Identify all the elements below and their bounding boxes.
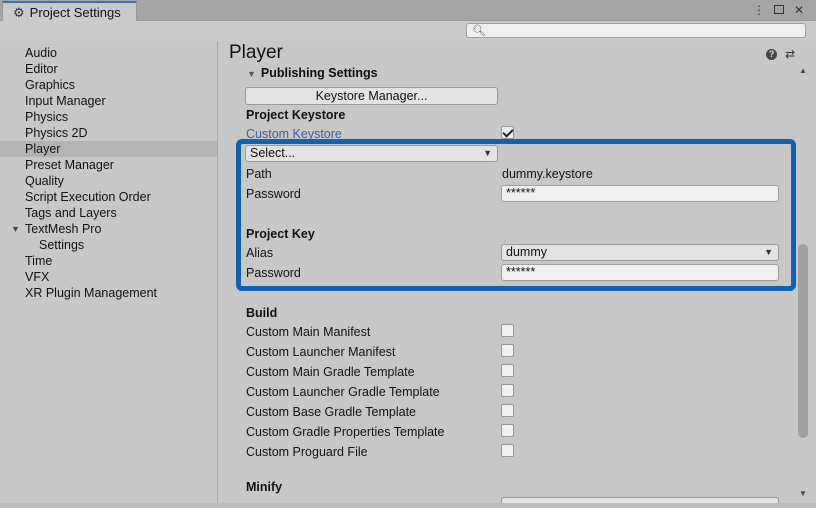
- key-password-field[interactable]: ******: [501, 264, 779, 281]
- custom-keystore-checkbox[interactable]: [501, 126, 514, 139]
- sidebar-item-label: Settings: [39, 238, 85, 252]
- help-icon[interactable]: ?: [766, 48, 778, 60]
- alias-dropdown[interactable]: dummy ▼: [501, 244, 779, 261]
- sidebar-item-graphics[interactable]: Graphics: [0, 77, 217, 93]
- sidebar-item-quality[interactable]: Quality: [0, 173, 217, 189]
- preset-icon[interactable]: ⇄: [785, 47, 795, 61]
- page-title: Player: [229, 42, 283, 63]
- sidebar-item-label: Preset Manager: [25, 158, 114, 172]
- tab-title: Project Settings: [29, 5, 121, 20]
- player-settings-panel: Player ? ⇄ ⚙ ▼ Publishing Settings Keysto…: [219, 41, 796, 503]
- build-option-label: Custom Launcher Manifest: [246, 345, 396, 359]
- dropdown-value: dummy: [506, 245, 547, 259]
- minify-heading: Minify: [246, 480, 283, 494]
- keystore-password-label: Password: [246, 187, 301, 201]
- custom-proguard-file-checkbox[interactable]: [501, 444, 514, 457]
- header-icons: ? ⇄ ⚙: [766, 47, 796, 61]
- custom-base-gradle-template-checkbox[interactable]: [501, 404, 514, 417]
- sidebar-item-label: Time: [25, 254, 53, 268]
- scrollbar-thumb[interactable]: [798, 244, 808, 438]
- sidebar-item-physics[interactable]: Physics: [0, 109, 217, 125]
- sidebar-item-label: VFX: [25, 270, 50, 284]
- search-icon: 🔍︎: [472, 25, 486, 37]
- publishing-settings-foldout[interactable]: ▼ Publishing Settings: [247, 66, 378, 80]
- window-bottom-edge: [0, 503, 816, 508]
- keystore-select-dropdown[interactable]: Select... ▼: [245, 145, 498, 162]
- build-option-label: Custom Main Manifest: [246, 325, 371, 339]
- build-heading: Build: [246, 306, 278, 320]
- window-controls: ⋮ ✕: [752, 2, 806, 18]
- sidebar-item-xr-plugin-management[interactable]: XR Plugin Management: [0, 285, 217, 301]
- sidebar-item-label: TextMesh Pro: [25, 222, 102, 236]
- window-titlebar: ⚙ Project Settings ⋮ ✕: [0, 0, 816, 22]
- dropdown-value: Select...: [250, 146, 296, 160]
- path-label: Path: [246, 167, 272, 181]
- sidebar-item-player[interactable]: Player: [0, 141, 217, 157]
- project-key-heading: Project Key: [246, 227, 315, 241]
- sidebar-item-label: XR Plugin Management: [25, 286, 158, 300]
- sidebar-item-label: Quality: [25, 174, 64, 188]
- scroll-down-arrow-icon[interactable]: ▼: [799, 489, 807, 498]
- sidebar-item-label: Audio: [25, 46, 57, 60]
- custom-main-manifest-checkbox[interactable]: [501, 324, 514, 337]
- sidebar-item-input-manager[interactable]: Input Manager: [0, 93, 217, 109]
- build-option-label: Custom Proguard File: [246, 445, 368, 459]
- sidebar-item-textmesh-settings[interactable]: Settings: [0, 237, 217, 253]
- custom-launcher-manifest-checkbox[interactable]: [501, 344, 514, 357]
- close-icon[interactable]: ✕: [792, 2, 806, 18]
- chevron-down-icon: ▼: [483, 148, 492, 158]
- path-value: dummy.keystore: [502, 167, 593, 181]
- key-password-label: Password: [246, 266, 301, 280]
- custom-gradle-properties-template-checkbox[interactable]: [501, 424, 514, 437]
- sidebar-item-textmesh-pro[interactable]: ▼ TextMesh Pro: [0, 221, 217, 237]
- sidebar-item-label: Player: [25, 142, 61, 156]
- build-option-label: Custom Base Gradle Template: [246, 405, 416, 419]
- sidebar-item-label: Script Execution Order: [25, 190, 151, 204]
- scroll-up-arrow-icon[interactable]: ▲: [799, 66, 807, 75]
- expand-triangle-icon[interactable]: ▼: [11, 221, 20, 237]
- settings-sidebar: Audio Editor Graphics Input Manager Phys…: [0, 41, 218, 503]
- sidebar-item-label: Graphics: [25, 78, 76, 92]
- custom-launcher-gradle-template-checkbox[interactable]: [501, 384, 514, 397]
- custom-keystore-label: Custom Keystore: [246, 127, 342, 141]
- build-option-label: Custom Gradle Properties Template: [246, 425, 445, 439]
- sidebar-item-label: Editor: [25, 62, 58, 76]
- chevron-down-icon: ▼: [764, 247, 773, 257]
- search-box[interactable]: 🔍︎: [466, 23, 806, 38]
- project-keystore-heading: Project Keystore: [246, 108, 346, 122]
- alias-label: Alias: [246, 246, 274, 260]
- sidebar-item-time[interactable]: Time: [0, 253, 217, 269]
- sidebar-item-tags-and-layers[interactable]: Tags and Layers: [0, 205, 217, 221]
- foldout-label: Publishing Settings: [260, 66, 378, 80]
- keystore-manager-button[interactable]: Keystore Manager...: [245, 87, 498, 105]
- build-option-label: Custom Main Gradle Template: [246, 365, 415, 379]
- sidebar-item-script-execution-order[interactable]: Script Execution Order: [0, 189, 217, 205]
- foldout-triangle-icon: ▼: [247, 69, 256, 79]
- sidebar-item-label: Tags and Layers: [25, 206, 117, 220]
- sidebar-item-label: Physics: [25, 110, 69, 124]
- sidebar-item-editor[interactable]: Editor: [0, 61, 217, 77]
- sidebar-item-audio[interactable]: Audio: [0, 45, 217, 61]
- keystore-password-field[interactable]: ******: [501, 185, 779, 202]
- build-option-label: Custom Launcher Gradle Template: [246, 385, 440, 399]
- more-options-icon[interactable]: ⋮: [752, 2, 766, 18]
- sidebar-item-label: Input Manager: [25, 94, 106, 108]
- tab-project-settings[interactable]: ⚙ Project Settings: [2, 1, 137, 22]
- sidebar-item-physics-2d[interactable]: Physics 2D: [0, 125, 217, 141]
- custom-main-gradle-template-checkbox[interactable]: [501, 364, 514, 377]
- gear-icon: ⚙: [13, 5, 25, 20]
- sidebar-item-preset-manager[interactable]: Preset Manager: [0, 157, 217, 173]
- maximize-icon[interactable]: [772, 2, 786, 18]
- toolbar: 🔍︎: [0, 21, 816, 41]
- sidebar-item-vfx[interactable]: VFX: [0, 269, 217, 285]
- search-input[interactable]: [489, 24, 790, 37]
- sidebar-item-label: Physics 2D: [25, 126, 88, 140]
